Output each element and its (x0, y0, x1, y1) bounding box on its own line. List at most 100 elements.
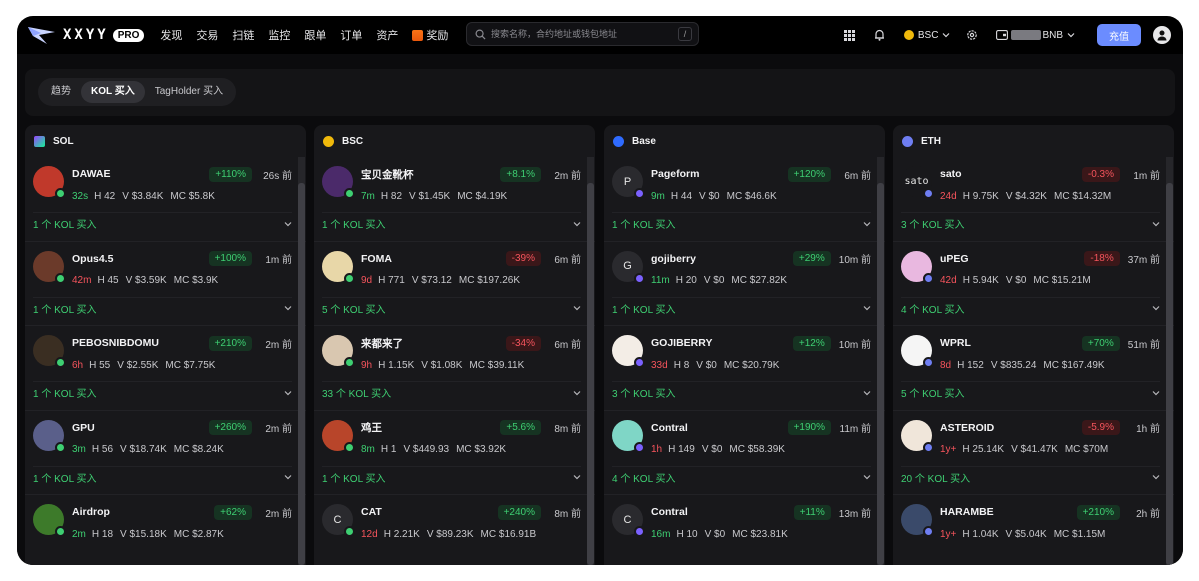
token-row[interactable]: uPEG -18% 37m 前 42d H 5.94K V $0 MC $15.… (901, 250, 1160, 294)
token-card: sato sato -0.3% 1m 前 24d H 9.75K V $4.32… (893, 157, 1174, 242)
tab-tagholder-buy[interactable]: TagHolder 买入 (145, 81, 233, 103)
tab-kol-buy[interactable]: KOL 买入 (81, 81, 145, 103)
kol-buy-expander[interactable]: 1 个 KOL 买入 (33, 212, 292, 234)
holders-count: H 152 (957, 359, 984, 371)
token-row[interactable]: GPU +260% 2m 前 3m H 56 V $18.74K MC $8.2… (33, 419, 292, 463)
market-cap-value: MC $20.79K (723, 359, 780, 371)
scrollbar-thumb[interactable] (1166, 183, 1173, 565)
tab-trending[interactable]: 趋势 (41, 81, 81, 103)
token-row[interactable]: 鸡王 +5.6% 8m 前 8m H 1 V $449.93 MC $3.92K (322, 419, 581, 463)
token-avatar (901, 335, 934, 368)
holders-count: H 771 (378, 275, 405, 286)
token-age: 42d (940, 275, 957, 286)
buy-time: 2h 前 (1136, 508, 1160, 520)
column-header: SOL (25, 125, 306, 157)
token-row[interactable]: Opus4.5 +100% 1m 前 42m H 45 V $3.59K MC … (33, 250, 292, 294)
kol-buy-expander[interactable]: 5 个 KOL 买入 (901, 381, 1160, 403)
column-title: Base (632, 135, 656, 147)
kol-buy-expander[interactable]: 5 个 KOL 买入 (322, 296, 581, 319)
menu-item-rewards[interactable]: 奖励 (412, 27, 448, 43)
token-row[interactable]: P Pageform +120% 6m 前 9m H 44 V $0 MC $4… (612, 165, 871, 209)
token-row[interactable]: C CAT +240% 8m 前 12d H 2.21K V $89.23K M… (322, 503, 581, 547)
token-row[interactable]: Contral +190% 11m 前 1h H 149 V $0 MC $58… (612, 419, 871, 463)
chain-select[interactable]: BSC (903, 30, 951, 41)
token-row[interactable]: Airdrop +62% 2m 前 2m H 18 V $15.18K MC $… (33, 503, 292, 547)
wallet-unit: BNB (1042, 29, 1063, 41)
token-row[interactable]: PEBOSNIBDOMU +210% 2m 前 6h H 55 V $2.55K… (33, 334, 292, 378)
token-avatar-letter: sato (904, 176, 929, 187)
token-row[interactable]: DAWAE +110% 26s 前 32s H 42 V $3.84K MC $… (33, 165, 292, 209)
token-avatar (33, 419, 66, 453)
kol-buy-expander[interactable]: 20 个 KOL 买入 (901, 465, 1160, 488)
token-avatar-letter: C (333, 513, 342, 526)
kol-buy-expander[interactable]: 1 个 KOL 买入 (322, 465, 581, 488)
kol-buy-expander[interactable]: 3 个 KOL 买入 (901, 212, 1160, 234)
menu-item-copytrade[interactable]: 跟单 (304, 27, 326, 43)
scrollbar-thumb[interactable] (877, 183, 884, 565)
token-name: uPEG (940, 252, 969, 265)
kol-buy-expander[interactable]: 4 个 KOL 买入 (612, 465, 871, 488)
token-avatar (33, 250, 66, 284)
user-avatar[interactable] (1153, 26, 1171, 44)
menu-item-monitor[interactable]: 监控 (268, 27, 290, 43)
kol-buy-expander[interactable]: 1 个 KOL 买入 (612, 296, 871, 319)
menu-item-assets[interactable]: 资产 (376, 27, 398, 43)
chevron-down-icon (1152, 306, 1160, 311)
volume-value: V $835.24 (990, 359, 1037, 371)
token-row[interactable]: ASTEROID -5.9% 1h 前 1y+ H 25.14K V $41.4… (901, 419, 1160, 463)
kol-buy-expander[interactable]: 33 个 KOL 买入 (322, 381, 581, 403)
price-change-badge: +260% (208, 420, 252, 435)
tab-group: 趋势 KOL 买入 TagHolder 买入 (38, 78, 237, 106)
grid-menu-icon[interactable] (840, 25, 860, 45)
volume-value: V $41.47K (1011, 444, 1058, 455)
bell-icon[interactable] (870, 25, 890, 45)
chain-badge-icon (634, 272, 645, 284)
kol-buy-expander[interactable]: 1 个 KOL 买入 (322, 212, 581, 234)
token-name: 宝贝金靴杯 (361, 168, 414, 181)
search-box[interactable]: / (466, 22, 699, 46)
chevron-down-icon (1152, 390, 1160, 395)
kol-buy-expander[interactable]: 4 个 KOL 买入 (901, 296, 1160, 319)
token-row[interactable]: sato sato -0.3% 1m 前 24d H 9.75K V $4.32… (901, 165, 1160, 209)
market-cap-value: MC $15.21M (1033, 275, 1091, 286)
logo[interactable]: XXYY PRO (27, 24, 145, 46)
holders-count: H 149 (668, 444, 695, 455)
menu-item-trade[interactable]: 交易 (196, 27, 218, 43)
token-row[interactable]: G gojiberry +29% 10m 前 11m H 20 V $0 MC … (612, 250, 871, 294)
token-age: 2m (72, 528, 86, 540)
token-card: WPRL +70% 51m 前 8d H 152 V $835.24 MC $1… (893, 326, 1174, 411)
token-row[interactable]: WPRL +70% 51m 前 8d H 152 V $835.24 MC $1… (901, 334, 1160, 378)
token-age: 9h (361, 359, 373, 371)
token-row[interactable]: 来都来了 -34% 6m 前 9h H 1.15K V $1.08K MC $3… (322, 334, 581, 378)
price-change-badge: -18% (1084, 251, 1120, 266)
scrollbar-thumb[interactable] (587, 183, 594, 565)
token-row[interactable]: 宝贝金靴杯 +8.1% 2m 前 7m H 82 V $1.45K MC $4.… (322, 165, 581, 209)
scrollbar-thumb[interactable] (298, 183, 305, 565)
token-row[interactable]: C Contral +11% 13m 前 16m H 10 V $0 MC $2… (612, 503, 871, 547)
token-row[interactable]: FOMA -39% 6m 前 9d H 771 V $73.12 MC $197… (322, 250, 581, 294)
volume-value: V $3.59K (125, 275, 167, 286)
token-row[interactable]: HARAMBE +210% 2h 前 1y+ H 1.04K V $5.04K … (901, 503, 1160, 547)
kol-buy-expander[interactable]: 1 个 KOL 买入 (33, 465, 292, 488)
buy-time: 6m 前 (844, 170, 871, 182)
wallet-balance[interactable]: BNB (996, 30, 1075, 41)
menu-item-discover[interactable]: 发现 (160, 27, 182, 43)
token-avatar (612, 419, 645, 453)
kol-buy-expander[interactable]: 1 个 KOL 买入 (33, 296, 292, 319)
token-row[interactable]: GOJIBERRY +12% 10m 前 33d H 8 V $0 MC $20… (612, 334, 871, 378)
chain-badge-icon (344, 526, 355, 537)
token-name: 鸡王 (361, 422, 382, 434)
column-title: ETH (921, 135, 941, 147)
menu-item-orders[interactable]: 订单 (340, 27, 362, 43)
kol-buy-expander[interactable]: 3 个 KOL 买入 (612, 381, 871, 403)
price-change-badge: -5.9% (1081, 420, 1120, 435)
kol-buy-expander[interactable]: 1 个 KOL 买入 (33, 381, 292, 403)
settings-gear-icon[interactable] (962, 25, 982, 45)
kol-buy-expander[interactable]: 1 个 KOL 买入 (612, 212, 871, 234)
search-input[interactable] (491, 29, 671, 39)
menu-item-scan[interactable]: 扫链 (232, 27, 254, 43)
volume-value: V $5.04K (1005, 528, 1047, 540)
volume-value: V $0 (701, 444, 723, 455)
token-age: 12d (361, 528, 378, 540)
deposit-button[interactable]: 充值 (1097, 24, 1141, 46)
